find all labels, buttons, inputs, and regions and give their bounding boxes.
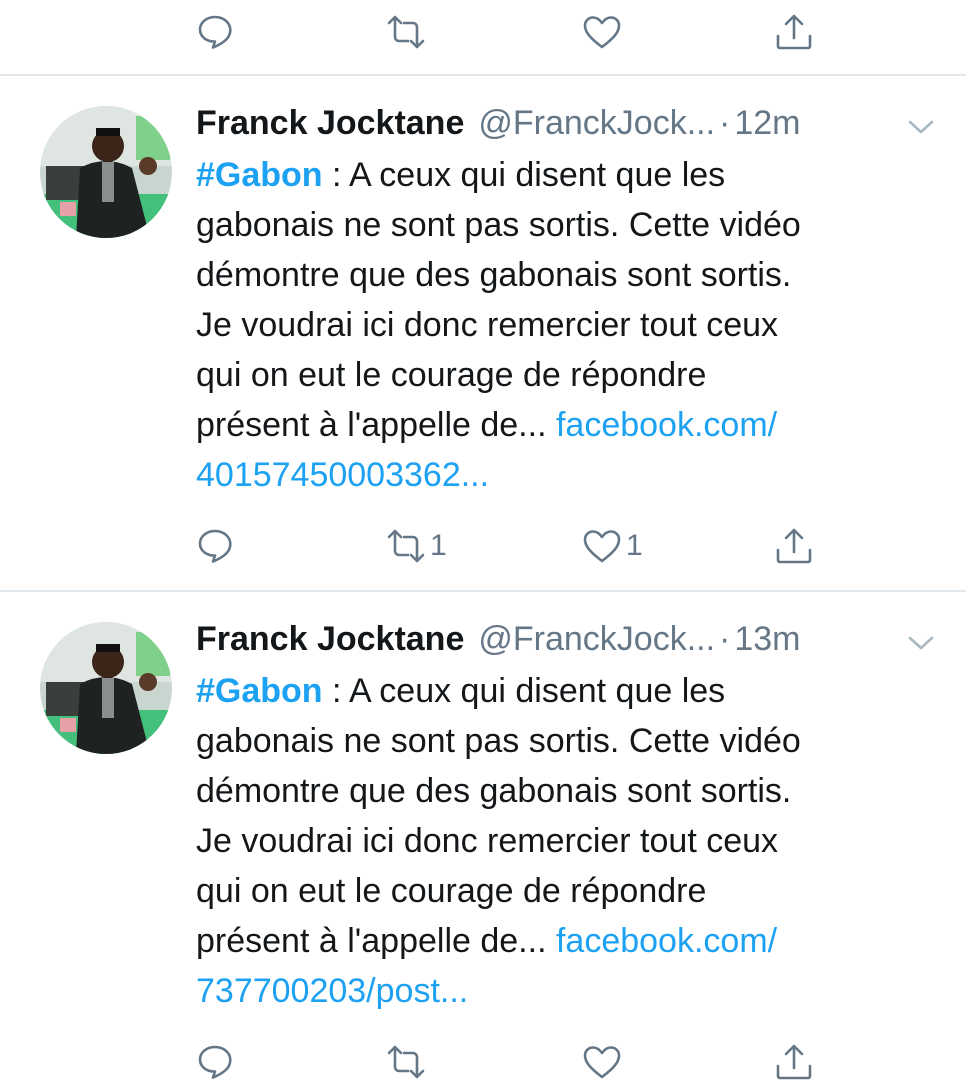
retweet-icon xyxy=(387,1045,425,1079)
like-button[interactable] xyxy=(580,1032,624,1092)
retweet-button[interactable] xyxy=(384,2,428,62)
tweet-line-text: présent à l'appelle de... xyxy=(196,406,556,444)
author-handle[interactable]: @FranckJock... xyxy=(478,104,715,143)
tweet-line: qui on eut le courage de répondre xyxy=(196,356,707,394)
tweet-line: #Gabon : A ceux qui disent que les xyxy=(196,666,936,716)
retweet-count: 1 xyxy=(430,529,447,562)
tweet-line-text: présent à l'appelle de... xyxy=(196,922,556,960)
author-handle[interactable]: @FranckJock... xyxy=(478,620,715,659)
tweet-line: démontre que des gabonais sont sortis. xyxy=(196,256,792,294)
share-button[interactable] xyxy=(772,516,816,576)
tweet-line: gabonais ne sont pas sortis. Cette vidéo xyxy=(196,722,801,760)
chevron-down-icon xyxy=(908,120,934,134)
reply-icon xyxy=(198,1045,232,1079)
author-name[interactable]: Franck Jocktane xyxy=(196,104,464,143)
like-button[interactable]: 1 xyxy=(580,516,643,576)
tweet-menu-button[interactable] xyxy=(906,110,936,136)
tweet-divider xyxy=(0,74,966,76)
avatar-photo xyxy=(40,106,172,238)
tweet-line-text: : A ceux qui disent que les xyxy=(322,672,726,710)
reply-button[interactable] xyxy=(194,1032,238,1092)
share-icon xyxy=(776,1044,812,1080)
tweet-line: 40157450003362... xyxy=(196,450,936,500)
action-bar xyxy=(0,1032,966,1092)
facebook-link-continued[interactable]: 40157450003362... xyxy=(196,456,489,494)
retweet-button[interactable] xyxy=(384,1032,428,1092)
tweet-line: Je voudrai ici donc remercier tout ceux xyxy=(196,306,779,344)
facebook-link[interactable]: facebook.com/ xyxy=(556,922,777,960)
reply-button[interactable] xyxy=(194,2,238,62)
facebook-link-continued[interactable]: 737700203/post... xyxy=(196,972,468,1010)
tweet-text: #Gabon : A ceux qui disent que les gabon… xyxy=(196,666,936,1016)
tweet-line: 737700203/post... xyxy=(196,966,936,1016)
retweet-icon xyxy=(387,529,425,563)
hashtag-link[interactable]: #Gabon xyxy=(196,156,323,194)
action-bar: 1 1 xyxy=(0,516,966,576)
author-name[interactable]: Franck Jocktane xyxy=(196,620,464,659)
tweet-text: #Gabon : A ceux qui disent que les gabon… xyxy=(196,150,936,500)
reply-icon xyxy=(198,529,232,563)
share-button[interactable] xyxy=(772,1032,816,1092)
avatar-photo xyxy=(40,622,172,754)
hashtag-link[interactable]: #Gabon xyxy=(196,672,323,710)
like-icon xyxy=(583,16,621,49)
chevron-down-icon xyxy=(908,636,934,650)
reply-icon xyxy=(198,15,232,49)
like-count: 1 xyxy=(626,529,643,562)
share-button[interactable] xyxy=(772,2,816,62)
retweet-button[interactable]: 1 xyxy=(384,516,447,576)
share-icon xyxy=(776,528,812,564)
like-icon xyxy=(583,1046,621,1079)
tweet-time[interactable]: 13m xyxy=(734,620,800,659)
tweet-header: Franck Jocktane @FranckJock... · 12m xyxy=(196,98,936,148)
separator-dot: · xyxy=(719,103,731,142)
share-icon xyxy=(776,14,812,50)
tweet-line: Je voudrai ici donc remercier tout ceux xyxy=(196,822,779,860)
action-bar-previous xyxy=(0,2,966,62)
tweet-time[interactable]: 12m xyxy=(734,104,800,143)
tweet-line: présent à l'appelle de... facebook.com/ xyxy=(196,916,936,966)
tweet-header: Franck Jocktane @FranckJock... · 13m xyxy=(196,614,936,664)
like-icon xyxy=(583,530,621,563)
tweet-divider xyxy=(0,590,966,592)
reply-button[interactable] xyxy=(194,516,238,576)
tweet-line-text: : A ceux qui disent que les xyxy=(322,156,726,194)
avatar[interactable] xyxy=(40,622,172,754)
tweet-line: qui on eut le courage de répondre xyxy=(196,872,707,910)
retweet-icon xyxy=(387,15,425,49)
facebook-link[interactable]: facebook.com/ xyxy=(556,406,777,444)
avatar[interactable] xyxy=(40,106,172,238)
tweet-line: présent à l'appelle de... facebook.com/ xyxy=(196,400,936,450)
separator-dot: · xyxy=(719,619,731,658)
tweet-line: gabonais ne sont pas sortis. Cette vidéo xyxy=(196,206,801,244)
tweet-line: #Gabon : A ceux qui disent que les xyxy=(196,150,936,200)
tweet-menu-button[interactable] xyxy=(906,626,936,652)
tweet-line: démontre que des gabonais sont sortis. xyxy=(196,772,792,810)
like-button[interactable] xyxy=(580,2,624,62)
